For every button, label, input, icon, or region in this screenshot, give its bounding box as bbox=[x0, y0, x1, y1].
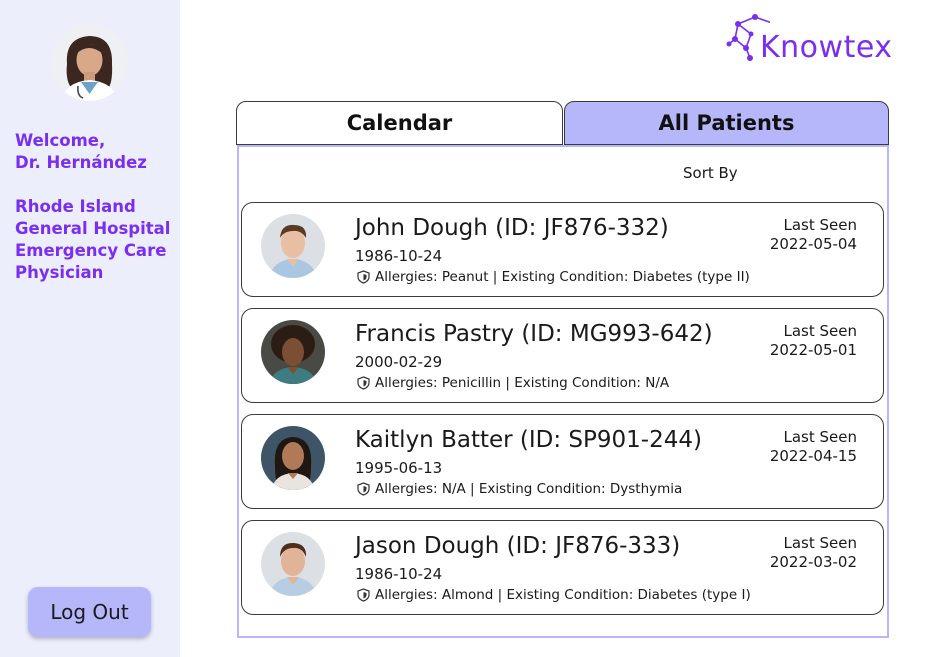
welcome-greeting: Welcome, bbox=[15, 131, 106, 150]
patient-dob: 2000-02-29 bbox=[355, 353, 443, 371]
patient-name: Jason Dough (ID: JF876-333) bbox=[355, 533, 681, 559]
affiliation-line: General Hospital bbox=[15, 219, 171, 238]
patient-last-seen: Last Seen 2022-05-01 bbox=[770, 322, 857, 360]
patient-dob: 1995-06-13 bbox=[355, 459, 443, 477]
patient-card[interactable]: Jason Dough (ID: JF876-333) 1986-10-24 A… bbox=[241, 520, 884, 615]
patient-name: Francis Pastry (ID: MG993-642) bbox=[355, 321, 713, 347]
patient-medical-info: Allergies: Almond | Existing Condition: … bbox=[357, 587, 751, 603]
patient-allergies-condition: Allergies: Penicillin | Existing Conditi… bbox=[375, 375, 670, 391]
last-seen-date: 2022-03-02 bbox=[769, 553, 857, 571]
patient-allergies-condition: Allergies: N/A | Existing Condition: Dys… bbox=[375, 481, 683, 497]
doctor-avatar bbox=[51, 24, 128, 101]
last-seen-date: 2022-05-01 bbox=[769, 341, 857, 359]
shield-icon bbox=[357, 482, 370, 496]
affiliation-line: Emergency Care bbox=[15, 241, 167, 260]
patient-dob: 1986-10-24 bbox=[355, 247, 443, 265]
patient-last-seen: Last Seen 2022-05-04 bbox=[770, 216, 857, 254]
patient-card[interactable]: Francis Pastry (ID: MG993-642) 2000-02-2… bbox=[241, 308, 884, 403]
patient-card[interactable]: Kaitlyn Batter (ID: SP901-244) 1995-06-1… bbox=[241, 414, 884, 509]
logo-text: Knowtex bbox=[760, 30, 893, 65]
last-seen-label: Last Seen bbox=[783, 216, 858, 234]
patient-allergies-condition: Allergies: Peanut | Existing Condition: … bbox=[375, 269, 750, 285]
patient-avatar bbox=[261, 320, 325, 384]
last-seen-label: Last Seen bbox=[783, 322, 858, 340]
patient-allergies-condition: Allergies: Almond | Existing Condition: … bbox=[375, 587, 751, 603]
patient-dob: 1986-10-24 bbox=[355, 565, 443, 583]
patient-last-seen: Last Seen 2022-03-02 bbox=[770, 534, 857, 572]
sort-by-control[interactable]: Sort By bbox=[683, 164, 738, 182]
last-seen-date: 2022-05-04 bbox=[769, 235, 857, 253]
knowtex-logo: Knowtex bbox=[726, 12, 916, 68]
patient-medical-info: Allergies: Peanut | Existing Condition: … bbox=[357, 269, 750, 285]
last-seen-label: Last Seen bbox=[783, 534, 858, 552]
doctor-name: Dr. Hernández bbox=[15, 153, 147, 172]
patient-card[interactable]: John Dough (ID: JF876-332) 1986-10-24 Al… bbox=[241, 202, 884, 297]
patient-name: John Dough (ID: JF876-332) bbox=[355, 215, 669, 241]
patient-avatar bbox=[261, 532, 325, 596]
welcome-message: Welcome, Dr. Hernández bbox=[15, 130, 175, 174]
patient-medical-info: Allergies: N/A | Existing Condition: Dys… bbox=[357, 481, 682, 497]
patient-avatar bbox=[261, 214, 325, 278]
affiliation-line: Physician bbox=[15, 263, 104, 282]
last-seen-date: 2022-04-15 bbox=[769, 447, 857, 465]
patient-name: Kaitlyn Batter (ID: SP901-244) bbox=[355, 427, 702, 453]
patient-medical-info: Allergies: Penicillin | Existing Conditi… bbox=[357, 375, 669, 391]
logout-button[interactable]: Log Out bbox=[28, 587, 151, 637]
sidebar: Welcome, Dr. Hernández Rhode Island Gene… bbox=[0, 0, 180, 657]
tab-all-patients[interactable]: All Patients bbox=[564, 101, 889, 145]
tab-calendar[interactable]: Calendar bbox=[236, 101, 563, 145]
last-seen-label: Last Seen bbox=[783, 428, 858, 446]
shield-icon bbox=[357, 588, 370, 602]
affiliation-line: Rhode Island bbox=[15, 197, 136, 216]
patient-avatar bbox=[261, 426, 325, 490]
shield-icon bbox=[357, 270, 370, 284]
doctor-affiliation: Rhode Island General Hospital Emergency … bbox=[15, 196, 177, 284]
patient-last-seen: Last Seen 2022-04-15 bbox=[770, 428, 857, 466]
shield-icon bbox=[357, 376, 370, 390]
